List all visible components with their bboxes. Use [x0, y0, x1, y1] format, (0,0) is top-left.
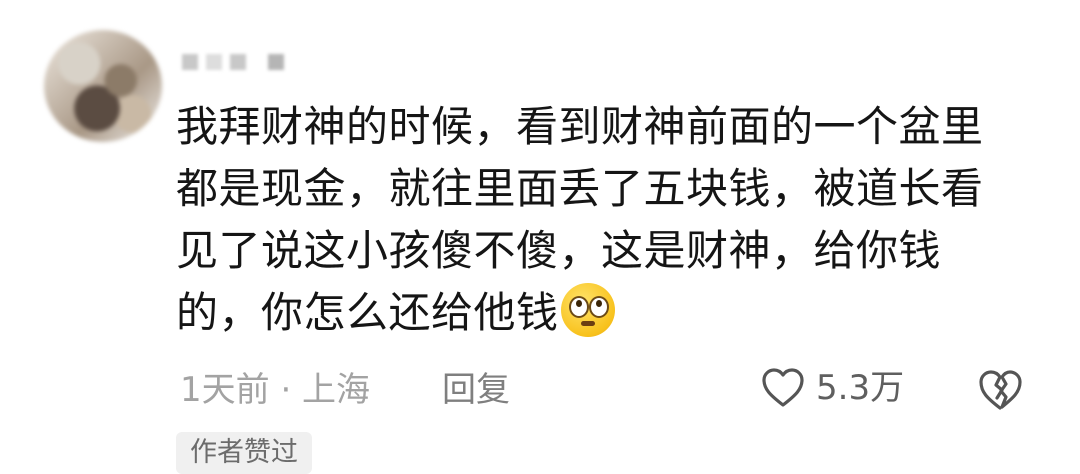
comment-line-4: 的，你怎么还给他钱	[176, 282, 1036, 344]
comment-line-1: 我拜财神的时候，看到财神前面的一个盆里	[176, 102, 984, 151]
comment-text: 我拜财神的时候，看到财神前面的一个盆里 都是现金，就往里面丢了五块钱，被道长看 …	[176, 96, 1036, 344]
comment-line-2: 都是现金，就往里面丢了五块钱，被道长看	[176, 164, 984, 213]
avatar[interactable]	[44, 30, 162, 142]
comment-line-4-text: 的，你怎么还给他钱	[176, 288, 559, 337]
username-blurred[interactable]	[182, 54, 284, 70]
flushed-face-emoji-icon	[560, 283, 615, 337]
comment-time-location: 1天前 · 上海	[180, 370, 371, 410]
reply-button[interactable]: 回复	[442, 366, 510, 414]
broken-heart-icon[interactable]	[976, 366, 1024, 414]
like-count: 5.3万	[816, 368, 905, 408]
author-liked-badge: 作者赞过	[176, 432, 312, 474]
like-button[interactable]: 5.3万	[760, 364, 904, 412]
heart-outline-icon[interactable]	[760, 367, 806, 409]
comment-line-3: 见了说这小孩傻不傻，这是财神，给你钱	[176, 226, 942, 275]
